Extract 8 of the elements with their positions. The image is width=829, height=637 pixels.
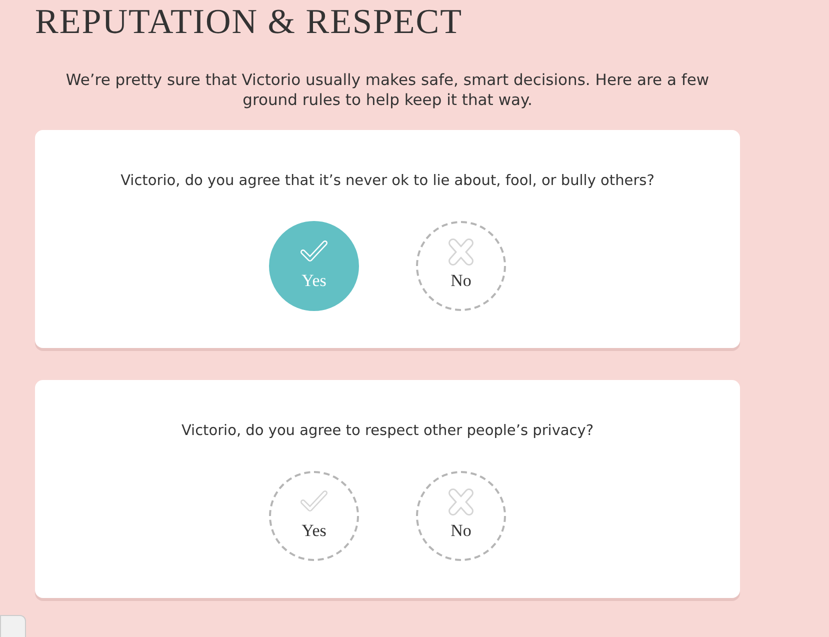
question-text: Victorio, do you agree that it’s never ok to lie about, fool, or bully others? xyxy=(120,172,656,192)
page-heading: REPUTATION & RESPECT xyxy=(35,1,464,42)
corner-tab[interactable] xyxy=(0,615,26,637)
no-button[interactable]: No xyxy=(416,470,506,561)
no-button[interactable]: No xyxy=(416,221,506,312)
question-text: Victorio, do you agree to respect other people’s privacy? xyxy=(180,422,595,442)
intro-text: We’re pretty sure that Victorio usually makes safe, smart decisions. Here are a few ground rules to help keep it that way. xyxy=(64,70,710,112)
yes-button[interactable]: Yes xyxy=(269,470,359,561)
